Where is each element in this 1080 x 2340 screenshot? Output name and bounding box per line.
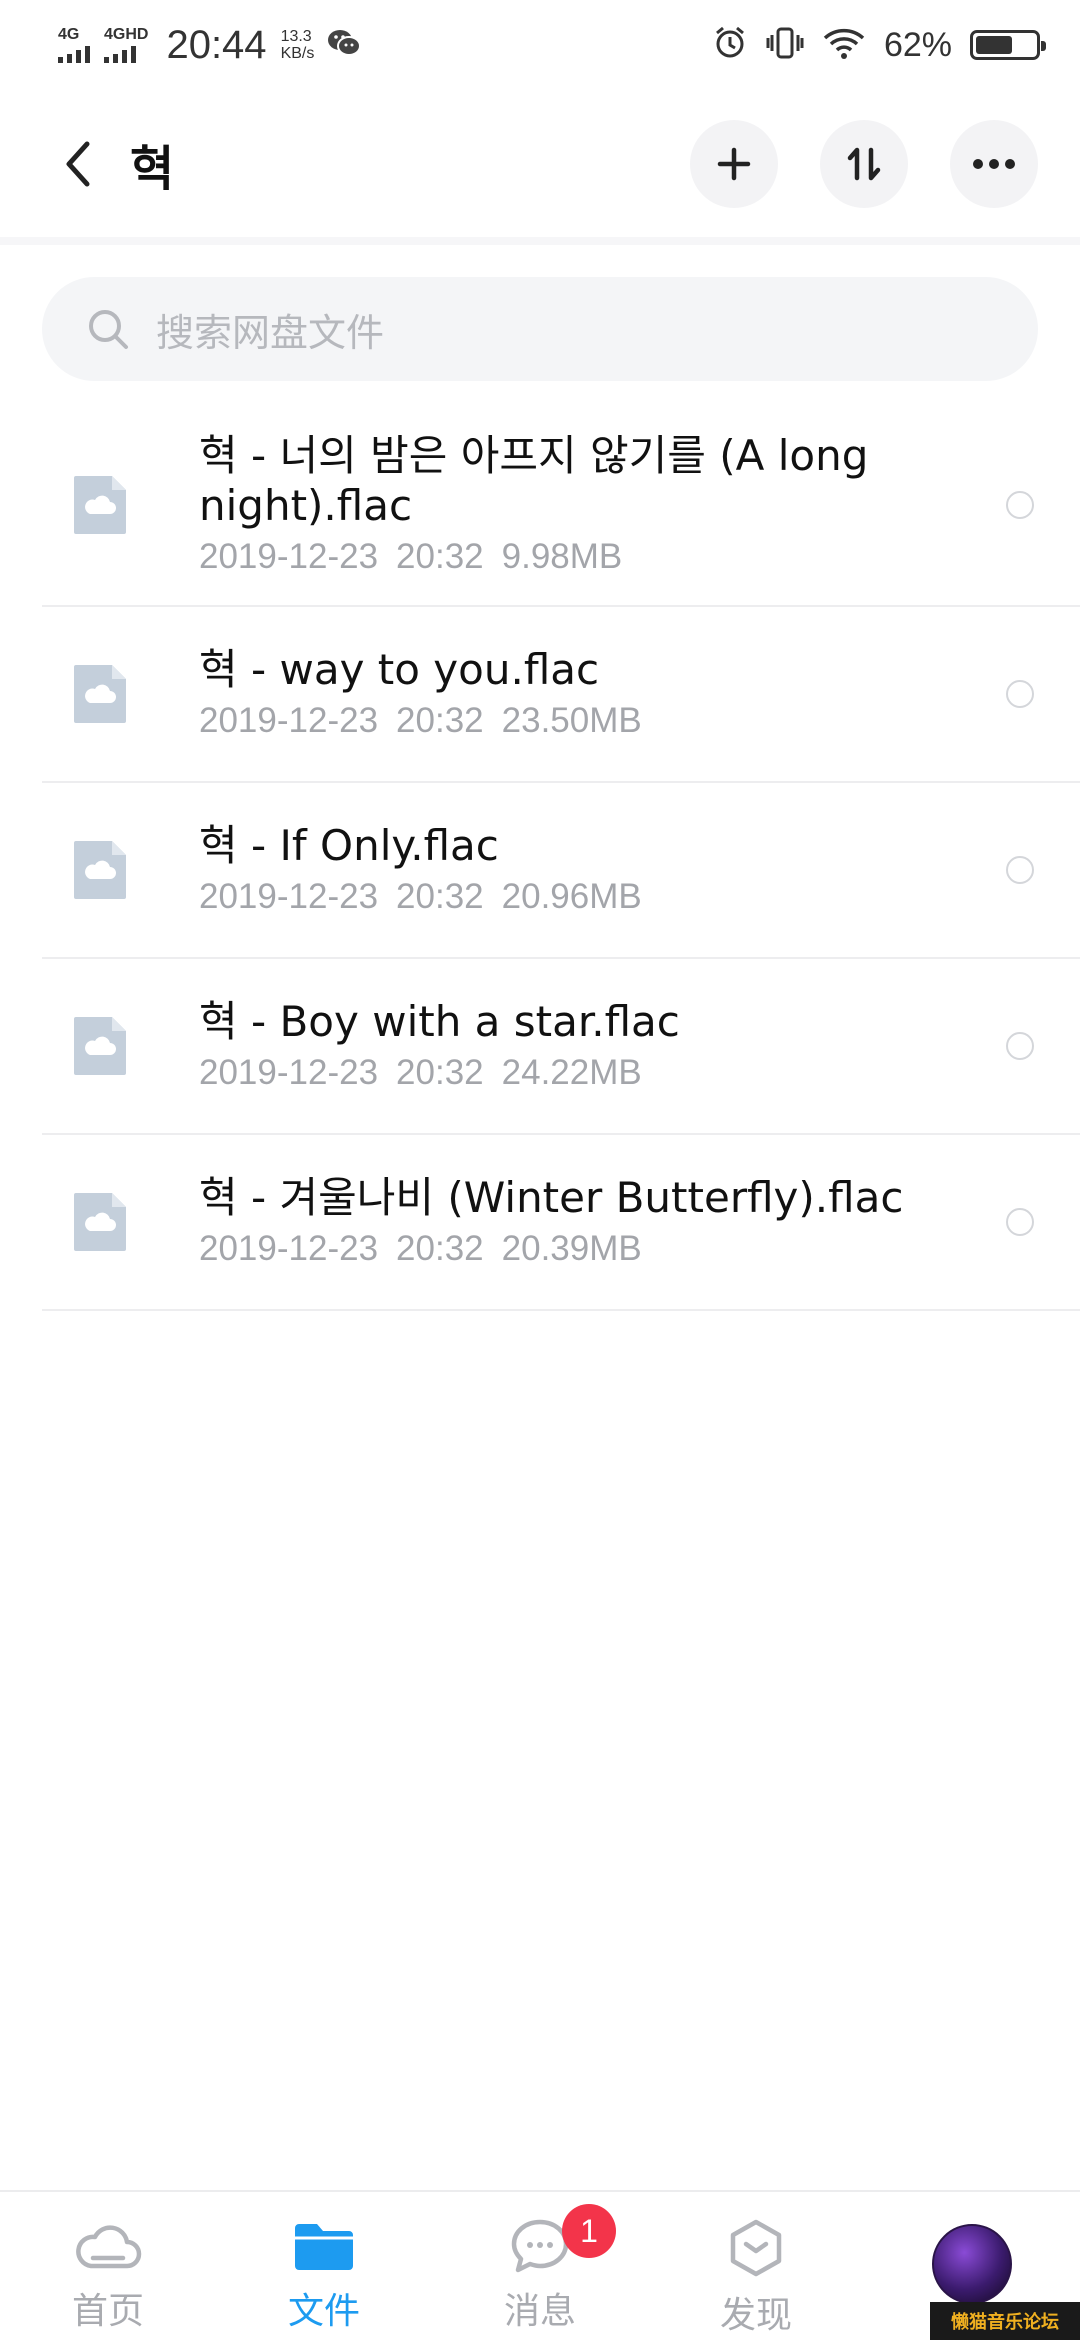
cloud-file-icon	[74, 1193, 126, 1251]
file-size: 20.96MB	[501, 877, 642, 916]
chevron-left-icon	[66, 141, 90, 186]
nav-discover[interactable]: 发现	[648, 2192, 864, 2340]
file-time: 20:32	[396, 537, 484, 576]
file-meta: 2019-12-23 20:32 24.22MB	[199, 1051, 989, 1095]
file-date: 2019-12-23	[199, 537, 379, 576]
file-meta: 2019-12-23 20:32 23.50MB	[199, 699, 989, 743]
file-row[interactable]: 혁 - Boy with a star.flac 2019-12-23 20:32…	[42, 959, 1080, 1135]
more-icon	[973, 158, 1015, 169]
file-size: 20.39MB	[501, 1229, 642, 1268]
file-name: 혁 - 너의 밤은 아프지 않기를 (A long night).flac	[199, 431, 869, 530]
file-list: 혁 - 너의 밤은 아프지 않기를 (A long night).flac 20…	[0, 405, 1080, 1311]
select-radio[interactable]	[1006, 1032, 1034, 1060]
search-input[interactable]: 搜索网盘文件	[42, 277, 1038, 381]
vibrate-icon	[766, 25, 804, 65]
signal-4ghd-icon: 4GHD	[104, 27, 148, 63]
nav-label: 文件	[287, 2291, 360, 2332]
search-icon	[89, 310, 128, 349]
file-row[interactable]: 혁 - If Only.flac 2019-12-23 20:32 20.96MB	[42, 783, 1080, 959]
file-row[interactable]: 혁 - way to you.flac 2019-12-23 20:32 23.50…	[42, 607, 1080, 783]
watermark: 懒猫音乐论坛	[930, 2302, 1080, 2340]
file-name: 혁 - If Only.flac	[199, 821, 499, 870]
cloud-icon	[76, 2225, 142, 2269]
cloud-file-icon	[74, 1017, 126, 1075]
nav-label: 消息	[503, 2291, 576, 2332]
sort-icon	[847, 147, 881, 180]
bottom-nav: 首页 文件 消息 1 发现	[0, 2190, 1080, 2340]
page-title: 혁	[130, 140, 175, 197]
select-radio[interactable]	[1006, 856, 1034, 884]
unread-badge: 1	[562, 2204, 616, 2258]
file-name: 혁 - way to you.flac	[199, 645, 600, 694]
nav-messages[interactable]: 消息 1	[432, 2192, 648, 2340]
file-time: 20:32	[396, 701, 484, 740]
file-date: 2019-12-23	[199, 1229, 379, 1268]
select-radio[interactable]	[1006, 491, 1034, 519]
search-placeholder: 搜索网盘文件	[156, 310, 385, 355]
network-speed: 13.3 KB/s	[281, 28, 315, 62]
file-row[interactable]: 혁 - 너의 밤은 아프지 않기를 (A long night).flac 20…	[42, 405, 1080, 607]
file-time: 20:32	[396, 1229, 484, 1268]
wechat-icon	[326, 27, 362, 63]
battery-percent: 62%	[883, 25, 952, 64]
alarm-icon	[712, 25, 748, 65]
battery-icon	[970, 30, 1046, 60]
file-date: 2019-12-23	[199, 701, 379, 740]
back-button[interactable]	[48, 124, 108, 204]
speed-value: 13.3	[280, 28, 312, 45]
more-button[interactable]	[950, 119, 1038, 208]
file-name: 혁 - 겨울나비 (Winter Butterfly).flac	[199, 1173, 904, 1222]
file-date: 2019-12-23	[199, 877, 379, 916]
file-meta: 2019-12-23 20:32 9.98MB	[199, 535, 989, 579]
signal-label: 4G	[58, 26, 80, 43]
file-time: 20:32	[396, 877, 484, 916]
discover-icon	[730, 2219, 782, 2277]
nav-files[interactable]: 文件	[216, 2192, 432, 2340]
select-radio[interactable]	[1006, 680, 1034, 708]
avatar	[932, 2224, 1012, 2304]
file-date: 2019-12-23	[199, 1053, 379, 1092]
add-button[interactable]	[690, 119, 778, 208]
file-size: 24.22MB	[501, 1053, 642, 1092]
signal-label: 4GHD	[104, 26, 149, 43]
cloud-file-icon	[74, 841, 126, 899]
file-size: 9.98MB	[501, 537, 623, 576]
cloud-file-icon	[74, 665, 126, 723]
file-size: 23.50MB	[501, 701, 642, 740]
status-bar: 4G 4GHD 20:44 13.3 KB/s 62%	[0, 0, 1080, 90]
cloud-file-icon	[74, 476, 126, 534]
wifi-icon	[822, 26, 866, 64]
sort-button[interactable]	[820, 119, 908, 208]
nav-label: 首页	[71, 2291, 144, 2332]
status-time: 20:44	[166, 22, 267, 67]
select-radio[interactable]	[1006, 1208, 1034, 1236]
nav-label: 发现	[719, 2295, 792, 2336]
file-row[interactable]: 혁 - 겨울나비 (Winter Butterfly).flac 2019-12…	[42, 1135, 1080, 1311]
file-name: 혁 - Boy with a star.flac	[199, 997, 680, 1046]
signal-4g-icon: 4G	[58, 27, 90, 63]
plus-icon	[717, 147, 751, 180]
file-meta: 2019-12-23 20:32 20.39MB	[199, 1227, 989, 1271]
file-meta: 2019-12-23 20:32 20.96MB	[199, 875, 989, 919]
file-time: 20:32	[396, 1053, 484, 1092]
nav-home[interactable]: 首页	[0, 2192, 216, 2340]
folder-icon	[295, 2224, 353, 2270]
header-bar: 혁	[0, 90, 1080, 245]
speed-unit: KB/s	[280, 45, 315, 62]
